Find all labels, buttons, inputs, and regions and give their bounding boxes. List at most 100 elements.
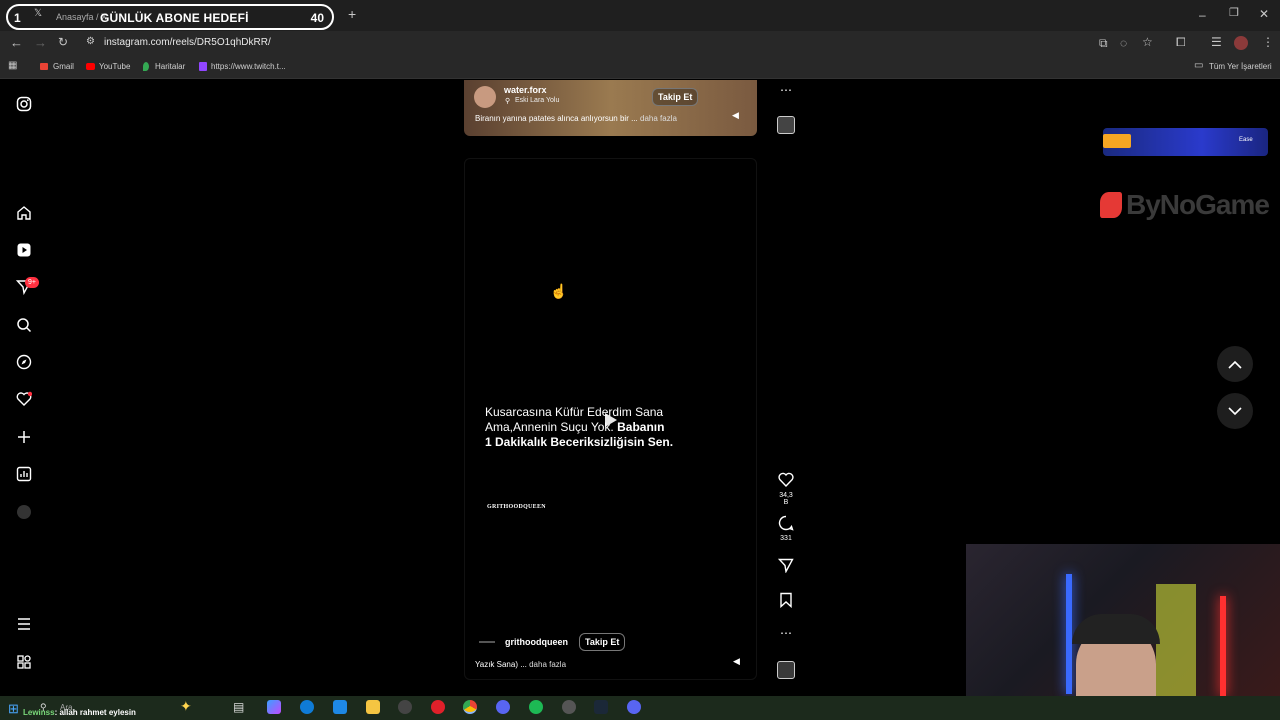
bookmark-twitch[interactable]: https://www.twitch.t... [211,62,286,71]
save-bookmark-icon[interactable] [779,592,793,608]
maps-icon [143,62,149,71]
like-heart-icon[interactable] [778,472,794,487]
reels-icon[interactable] [16,242,32,258]
reload-icon[interactable]: ↻ [58,36,68,48]
more-link-main[interactable]: daha fazla [529,660,566,669]
reel-location[interactable]: Eski Lara Yolu [515,97,559,104]
browser-tab-bar: 1 Anasayfa / X GÜNLÜK ABONE HEDEFİ 40 𝕏 … [0,0,1280,31]
x-logo-icon: 𝕏 [34,8,43,19]
reel-username[interactable]: water.forx [504,85,547,95]
reel-overlay-text: Kusarcasına Küfür Ederdim Sana Ama,Annen… [485,405,674,449]
create-plus-icon[interactable] [16,429,32,445]
webcam-overlay [966,544,1280,696]
obs-icon[interactable] [562,700,576,714]
more-options-icon[interactable]: ⋯ [776,626,796,640]
play-icon[interactable] [604,412,618,428]
star-icon[interactable]: ☆ [1142,36,1153,48]
location-pin-icon: ⚲ [505,98,511,105]
dashboard-icon[interactable] [16,466,32,482]
chevron-down-icon [1228,406,1242,415]
sound-icon[interactable]: ◀︎ [732,110,739,121]
twitch-icon [199,62,207,71]
all-bookmarks[interactable]: Tüm Yer İşaretleri [1209,62,1272,71]
webcam-headset [1072,614,1160,644]
search-icon[interactable] [16,317,32,333]
task-view-icon[interactable]: ▤ [233,700,244,714]
close-window-icon[interactable]: ✕ [1259,8,1269,20]
notification-badge: 9+ [25,277,39,288]
follow-button-top[interactable]: Takip Et [652,88,699,106]
sponsor-logo-overlay: ByNoGame [1100,188,1270,222]
menu-kebab-icon[interactable]: ⋮ [1262,36,1274,48]
follow-button-main[interactable]: Takip Et [579,633,626,651]
tab-search-icon[interactable]: ☰ [1211,36,1222,48]
sponsor-name: ByNoGame [1126,189,1270,220]
apps-grid-icon[interactable]: ▦ [8,61,17,71]
video-watermark: GRITHOODQUEEN [487,504,546,510]
sound-icon-main[interactable]: ◀︎ [733,656,740,667]
more-options-icon-top[interactable]: ⋯ [776,83,796,97]
reel-caption: Biranın yanına patates alınca anlıyorsun… [475,114,677,123]
webcam-chair [1156,584,1196,696]
reel-card-current[interactable]: Kusarcasına Küfür Ederdim Sana Ama,Annen… [464,158,757,680]
webcam-blue-light [1066,574,1072,694]
address-bar-row: ← → ↻ ⚙ instagram.com/reels/DR5O1qhDkRR/… [0,31,1280,55]
gmail-icon [40,63,48,70]
youtube-icon [86,63,95,70]
spotify-icon[interactable] [529,700,543,714]
site-info-icon[interactable]: ⚙ [86,37,95,47]
explore-compass-icon[interactable] [16,354,32,370]
restore-icon[interactable]: ❐ [1229,8,1239,19]
profile-avatar[interactable] [1234,36,1248,50]
copilot-sparkle-icon[interactable]: ✦ [180,698,192,715]
new-tab-icon[interactable]: + [348,7,356,21]
sponsor-banner-overlay: Ease [1103,128,1268,156]
eye-off-icon[interactable]: ◌ [1120,37,1127,49]
banner-badge: Ease [1239,137,1253,143]
also-from-meta-icon[interactable] [16,654,32,670]
previous-reel-button[interactable] [1217,346,1253,382]
home-icon[interactable] [16,205,32,221]
discord-notify-icon[interactable] [627,700,641,714]
share-icon[interactable] [778,558,794,573]
xbox-icon[interactable] [398,700,412,714]
goal-count: 40 [310,11,324,25]
copilot-app-icon[interactable] [267,700,281,714]
store-icon[interactable] [333,700,347,714]
file-explorer-icon[interactable] [366,700,380,714]
reel-avatar[interactable] [474,86,496,108]
audio-thumbnail[interactable] [777,661,795,679]
bookmark-youtube[interactable]: YouTube [99,62,130,71]
bookmark-maps[interactable]: Haritalar [155,62,185,71]
steam-icon[interactable] [594,700,608,714]
discord-icon[interactable] [496,700,510,714]
minimize-icon[interactable]: – [1199,9,1206,21]
audio-thumbnail-top[interactable] [777,116,795,134]
more-menu-icon[interactable] [16,616,32,632]
extensions-icon[interactable]: ⧠ [1176,36,1186,48]
windows-start-icon[interactable]: ⊞ [8,701,19,717]
install-app-icon[interactable]: ⧉ [1099,37,1108,49]
bynogame-logo-icon [1100,192,1122,218]
comment-count: 331 [780,535,792,542]
opera-icon[interactable] [431,700,445,714]
bookmark-gmail[interactable]: Gmail [53,62,74,71]
chrome-icon[interactable] [463,700,477,714]
back-icon[interactable]: ← [10,36,23,49]
next-reel-button[interactable] [1217,393,1253,429]
goal-label: GÜNLÜK ABONE HEDEFİ [100,11,249,25]
reel-username-main[interactable]: grithoodqueen [505,637,568,647]
chat-user: Lewinss [23,708,55,717]
comment-icon[interactable] [778,515,794,531]
reel-avatar-main[interactable] [479,641,495,643]
url-field[interactable]: instagram.com/reels/DR5O1qhDkRR/ [104,37,271,48]
reel-caption-main: Yazık Sana) ... daha fazla [475,660,567,669]
edge-icon[interactable] [300,700,314,714]
more-link[interactable]: daha fazla [640,114,677,123]
chevron-up-icon [1228,360,1242,369]
notifications-heart-icon[interactable] [16,391,32,407]
instagram-logo-icon[interactable] [16,96,32,112]
profile-avatar-nav[interactable] [17,505,31,519]
forward-icon[interactable]: → [34,36,47,49]
reel-card-previous[interactable]: water.forx ⚲ Eski Lara Yolu Takip Et Bir… [464,80,757,136]
